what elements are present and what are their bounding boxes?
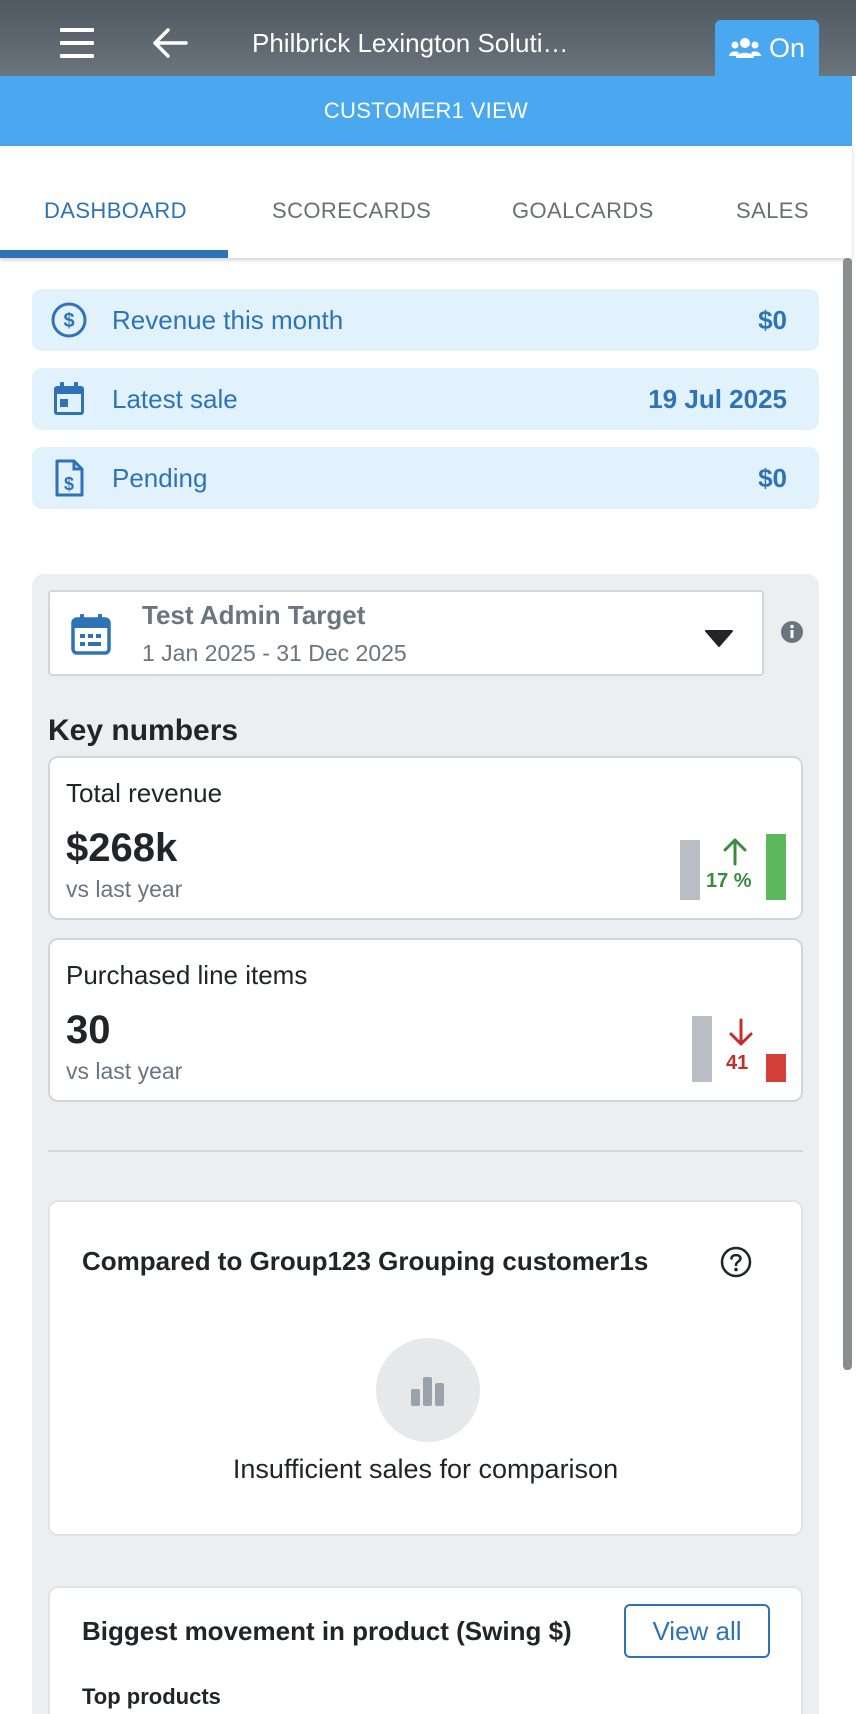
customer-view-banner: CUSTOMER1 VIEW [0,76,852,146]
summary-latest-sale: Latest sale 19 Jul 2025 [32,368,819,430]
summary-revenue-this-month: $ Revenue this month $0 [32,289,819,351]
this-year-bar [766,834,786,900]
top-products-heading: Top products [82,1684,221,1709]
tab-sales[interactable]: SALES [736,198,809,224]
summary-value: 19 Jul 2025 [648,383,787,414]
section-divider [48,1150,803,1152]
last-year-bar [680,840,700,900]
key-number-card-total-revenue[interactable]: Total revenue $268k vs last year 17 % [48,756,803,920]
empty-chart-placeholder [376,1338,480,1442]
comparison-title: Compared to Group123 Grouping customer1s [82,1246,649,1276]
this-year-bar [766,1054,786,1082]
svg-text:$: $ [64,474,74,494]
change-percent: 17 % [706,870,752,892]
banner-label: CUSTOMER1 VIEW [323,98,529,123]
last-year-bar [692,1016,712,1082]
summary-value: $0 [758,304,787,335]
svg-text:$: $ [63,310,74,332]
tab-dashboard[interactable]: DASHBOARD [44,198,187,224]
caret-down-icon [705,630,733,647]
impersonation-toggle-button[interactable]: On [715,20,819,76]
key-number-value: 30 [66,1008,111,1052]
calendar-icon [71,614,111,655]
tab-goalcards[interactable]: GOALCARDS [512,198,654,224]
tab-scorecards[interactable]: SCORECARDS [272,198,431,224]
tab-bar: DASHBOARD SCORECARDS GOALCARDS SALES [0,146,852,258]
calendar-icon [54,382,84,415]
comparison-message: Insufficient sales for comparison [232,1454,619,1484]
bar-chart-icon [411,1377,444,1406]
change-value: 41 [726,1052,749,1074]
summary-label: Pending [112,462,208,493]
arrow-down-icon [729,1018,753,1046]
invoice-dollar-icon: $ [55,459,84,497]
menu-icon[interactable] [56,26,98,60]
target-date-range: 1 Jan 2025 - 31 Dec 2025 [142,640,407,666]
active-tab-indicator [0,250,228,258]
scrollbar[interactable] [843,258,852,1370]
key-numbers-heading: Key numbers [48,714,239,747]
product-movement-title: Biggest movement in product (Swing $) [82,1616,572,1646]
summary-label: Latest sale [112,383,238,414]
target-name: Test Admin Target [142,600,366,630]
key-number-value: $268k [66,826,178,870]
users-icon [728,38,761,58]
key-number-label: Total revenue [66,778,223,808]
summary-label: Revenue this month [112,304,344,335]
target-selector[interactable]: Test Admin Target 1 Jan 2025 - 31 Dec 20… [48,590,764,676]
app-bar: Philbrick Lexington Soluti… On [0,0,856,76]
dollar-circle-icon: $ [51,302,87,338]
view-all-button[interactable]: View all [624,1604,770,1658]
key-number-comparison-label: vs last year [66,1058,183,1084]
help-icon[interactable] [720,1246,752,1278]
key-number-comparison-label: vs last year [66,876,183,902]
page-title: Philbrick Lexington Soluti… [252,28,569,58]
comparison-card: Compared to Group123 Grouping customer1s… [48,1200,803,1536]
info-icon[interactable] [780,620,804,644]
summary-value: $0 [758,462,787,493]
summary-pending: $ Pending $0 [32,447,819,509]
arrow-up-icon [723,838,747,866]
back-arrow-icon[interactable] [150,26,190,60]
key-number-card-purchased-line-items[interactable]: Purchased line items 30 vs last year 41 [48,938,803,1102]
on-label: On [768,32,806,63]
product-movement-card: Biggest movement in product (Swing $) Vi… [48,1586,803,1714]
key-number-label: Purchased line items [66,960,308,990]
